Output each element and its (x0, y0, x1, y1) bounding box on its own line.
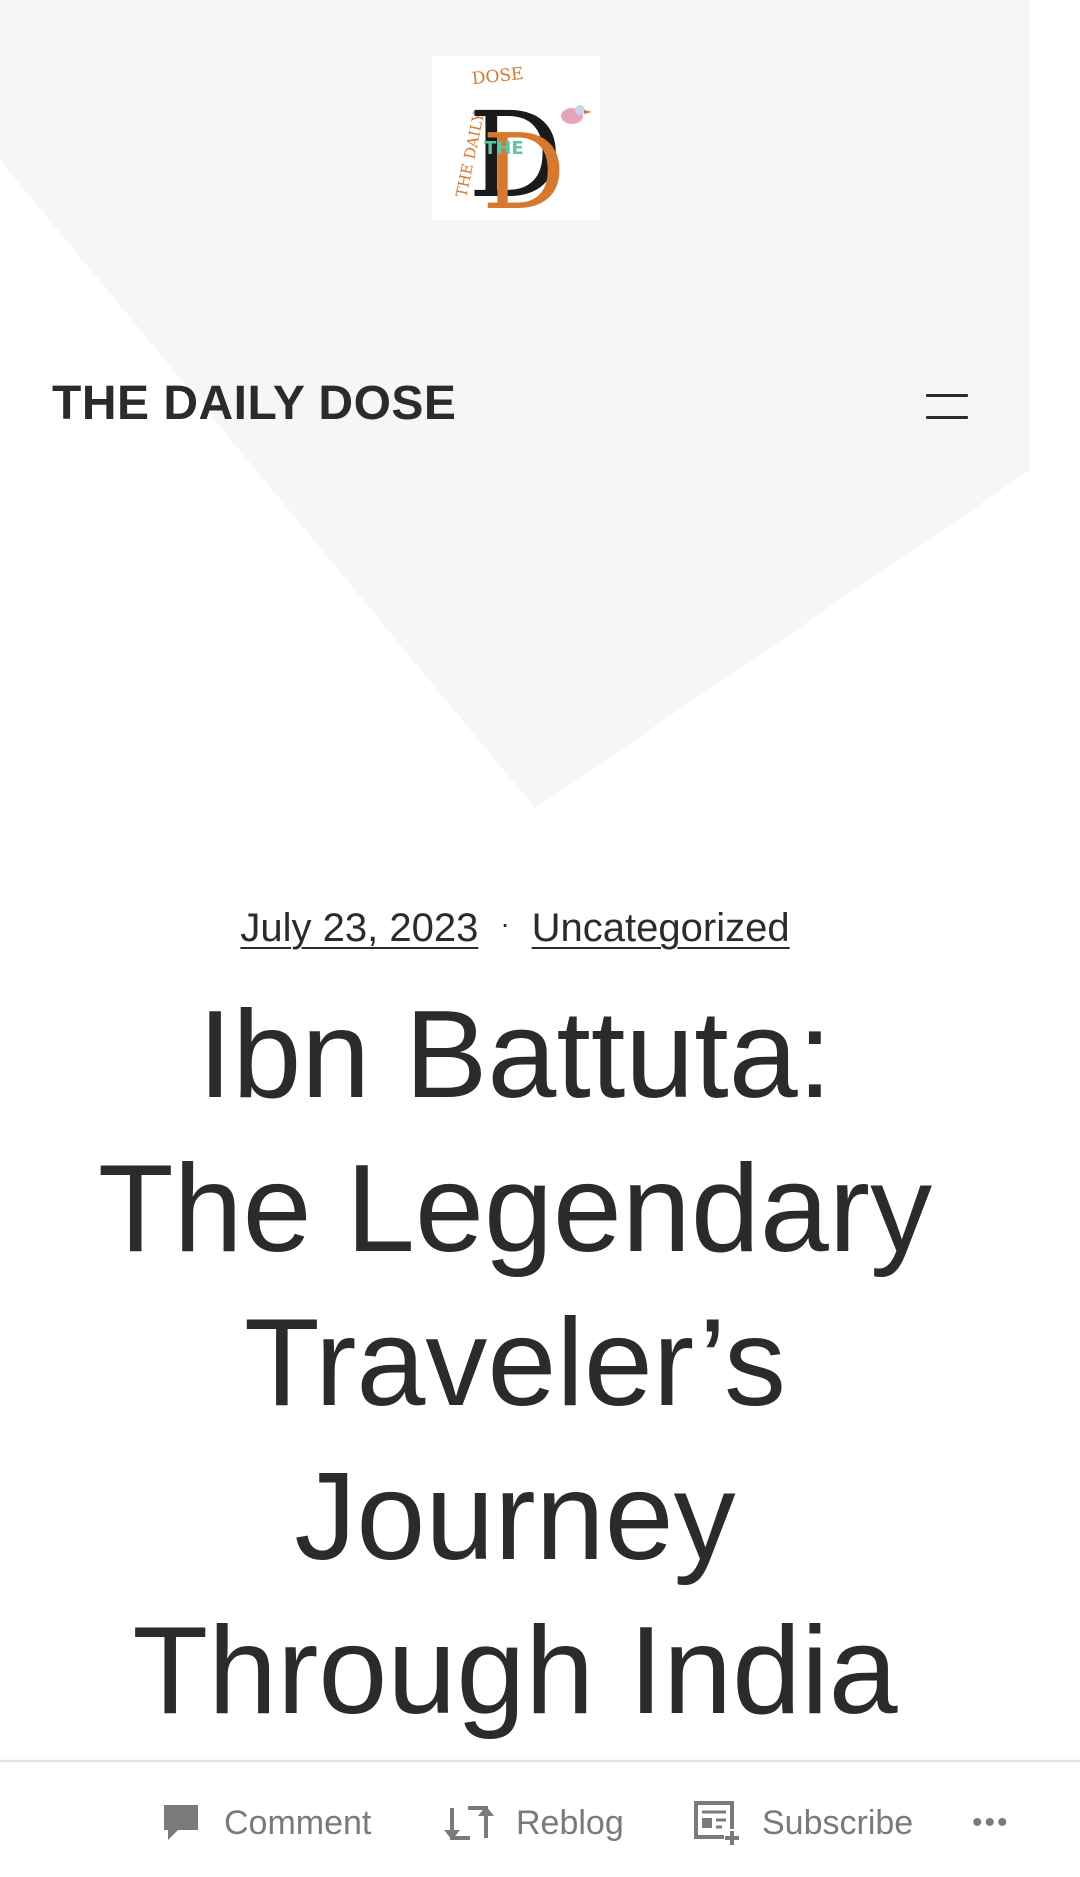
post-title-line-1: Ibn Battuta: (197, 986, 833, 1124)
meta-separator: · (500, 908, 510, 940)
post-title-line-3: Traveler’s (243, 1294, 787, 1432)
post-title: Ibn Battuta: The Legendary Traveler’s Jo… (0, 978, 1030, 1748)
subscribe-label: Subscribe (762, 1803, 914, 1842)
menu-button[interactable] (912, 386, 984, 430)
logo-center-text: THE (484, 138, 524, 159)
comment-button[interactable]: Comment (160, 1798, 371, 1848)
reblog-button[interactable]: Reblog (444, 1798, 624, 1848)
post-category-link[interactable]: Uncategorized (532, 906, 790, 950)
page: DOSE THE DAILY D D THE THE DAILY DOSE Ju… (0, 0, 1080, 1877)
post-meta: July 23, 2023 · Uncategorized (0, 906, 1030, 951)
more-button[interactable]: ••• (972, 1798, 1010, 1848)
post-date-link[interactable]: July 23, 2023 (240, 906, 478, 950)
logo-letter-d-orange: D (482, 111, 565, 220)
comment-label: Comment (224, 1803, 372, 1842)
post-title-line-5: Through India (132, 1602, 898, 1740)
logo-image: DOSE THE DAILY D D THE (432, 56, 600, 220)
subscribe-reader-icon (694, 1801, 740, 1845)
subscribe-button[interactable]: Subscribe (694, 1798, 913, 1848)
hamburger-menu-icon (926, 394, 968, 397)
comment-bubble-icon (160, 1802, 202, 1844)
reblog-arrows-icon (444, 1802, 494, 1844)
post-title-line-2: The Legendary (97, 1140, 933, 1278)
more-dots-icon: ••• (972, 1806, 1010, 1839)
site-logo[interactable]: DOSE THE DAILY D D THE (432, 56, 600, 220)
reblog-label: Reblog (516, 1803, 624, 1842)
site-title[interactable]: THE DAILY DOSE (52, 376, 456, 431)
action-bar: Comment Reblog Subscribe ••• (0, 1760, 1080, 1877)
post-title-line-4: Journey (294, 1448, 736, 1586)
